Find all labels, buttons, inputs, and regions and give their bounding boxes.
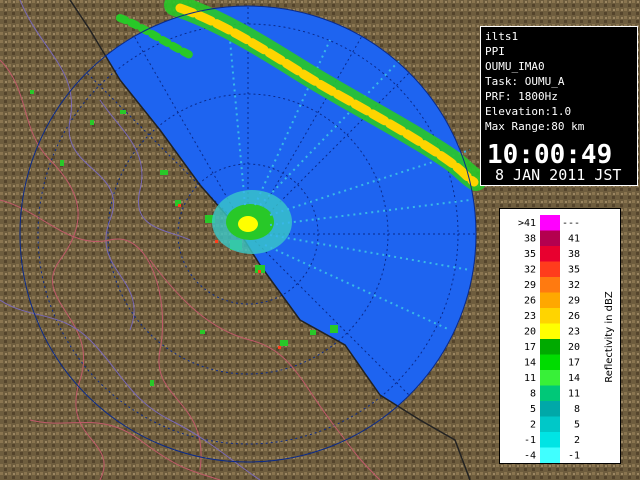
legend-low-label: 11	[524, 373, 536, 384]
legend-swatch	[540, 277, 560, 293]
legend-high-label: 29	[568, 296, 580, 307]
legend-low-label: 8	[530, 389, 536, 400]
info-panel: ilts1 PPI OUMU_IMA0 Task: OUMU_A PRF: 18…	[480, 26, 638, 186]
legend-high-label: 32	[568, 280, 580, 291]
legend-high-label: 20	[568, 342, 580, 353]
info-max-range: Max Range:80 km	[485, 120, 585, 133]
legend-swatch	[540, 370, 560, 386]
legend-swatch	[540, 215, 560, 231]
legend-swatch	[540, 246, 560, 262]
legend-low-label: 35	[524, 249, 536, 260]
legend-high-label: 17	[568, 358, 580, 369]
legend-high-label: 11	[568, 389, 580, 400]
legend-high-label: 35	[568, 265, 580, 276]
legend-swatch	[540, 432, 560, 448]
legend-low-label: 17	[524, 342, 536, 353]
legend-low-label: 26	[524, 296, 536, 307]
legend-swatch	[540, 308, 560, 324]
legend-low-label: 23	[524, 311, 536, 322]
legend-low-label: 20	[524, 327, 536, 338]
legend-swatch	[540, 323, 560, 339]
legend-swatch	[540, 416, 560, 432]
legend-swatch	[540, 401, 560, 417]
legend-high-label: -1	[568, 451, 580, 462]
legend-high-label: 26	[568, 311, 580, 322]
legend-low-label: >41	[518, 218, 536, 229]
legend-high-label: 41	[568, 234, 580, 245]
info-elevation: Elevation:1.0	[485, 105, 572, 118]
info-task: Task: OUMU_A	[485, 75, 565, 88]
legend-high-label: 14	[568, 373, 580, 384]
info-prf: PRF: 1800Hz	[485, 90, 558, 103]
legend-low-label: 32	[524, 265, 536, 276]
info-station: ilts1	[485, 30, 519, 43]
legend-high-label: 23	[568, 327, 580, 338]
near-echo	[212, 190, 292, 254]
legend-swatch	[540, 385, 560, 401]
legend-high-label: ---	[562, 218, 580, 229]
scan-time: 10:00:49	[487, 140, 613, 170]
reflectivity-legend: >41 --- 38 41 35 38 32 35 29 32 26 29 23 26 20 23 17 20 14…	[499, 208, 621, 464]
legend-high-label: 38	[568, 249, 580, 260]
legend-low-label: 2	[530, 420, 536, 431]
info-scan-type: PPI	[485, 45, 505, 58]
info-product: OUMU_IMA0	[485, 60, 545, 73]
legend-low-label: 14	[524, 358, 536, 369]
legend-swatch	[540, 447, 560, 463]
scan-date: 8 JAN 2011 JST	[495, 166, 622, 184]
legend-swatch	[540, 261, 560, 277]
legend-swatch	[540, 339, 560, 355]
legend-low-label: 29	[524, 280, 536, 291]
legend-low-label: -4	[524, 451, 536, 462]
legend-low-label: 5	[530, 404, 536, 415]
legend-high-label: 5	[574, 420, 580, 431]
legend-low-label: -1	[524, 435, 536, 446]
legend-high-label: 8	[574, 404, 580, 415]
legend-low-label: 38	[524, 234, 536, 245]
legend-title: Reflectivity in dBZ	[604, 291, 615, 383]
legend-swatch	[540, 230, 560, 246]
legend-swatch	[540, 292, 560, 308]
legend-high-label: 2	[574, 435, 580, 446]
legend-swatch	[540, 354, 560, 370]
